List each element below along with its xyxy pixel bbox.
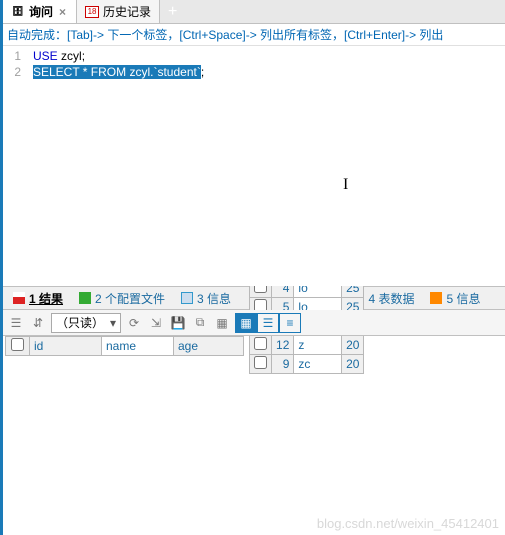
tab-profiles[interactable]: 2 个配置文件 xyxy=(71,287,173,309)
refresh-icon[interactable]: ⟳ xyxy=(125,314,143,332)
delete-icon[interactable]: ▦ xyxy=(213,314,231,332)
tab-info-3[interactable]: 3 信息 xyxy=(173,287,239,309)
tab-query[interactable]: 🗄 询问 × xyxy=(3,0,77,23)
result-tabstrip: 1 结果 2 个配置文件 3 信息 1zhangs212lis243jk244l… xyxy=(3,286,505,310)
info-icon xyxy=(430,292,442,304)
watermark: blog.csdn.net/weixin_45412401 xyxy=(317,516,499,531)
col-name[interactable]: name xyxy=(102,336,174,356)
calendar-icon: 18 xyxy=(85,6,99,18)
readonly-select[interactable]: （只读） ▾ xyxy=(51,313,121,333)
sort-icon[interactable]: ⇵ xyxy=(29,314,47,332)
sql-editor[interactable]: 1 2 USE zcyl; SELECT * FROM zcyl.`studen… xyxy=(3,46,505,286)
tab-result-1[interactable]: 1 结果 xyxy=(5,287,71,309)
view-toggle: ▦ ☰ ≡ xyxy=(235,313,301,333)
filter-icon[interactable]: ☰ xyxy=(7,314,25,332)
info-icon xyxy=(181,292,193,304)
text-cursor-icon: I xyxy=(343,176,348,194)
tab-info-5[interactable]: 5 信息 xyxy=(422,287,488,309)
close-icon[interactable]: × xyxy=(57,5,68,19)
save-icon[interactable]: 💾 xyxy=(169,314,187,332)
export-icon[interactable]: ⇲ xyxy=(147,314,165,332)
tab-history-label: 历史记录 xyxy=(103,3,151,20)
form-view-icon[interactable]: ☰ xyxy=(257,313,279,333)
col-age[interactable]: age xyxy=(174,336,244,356)
chevron-down-icon: ▾ xyxy=(104,316,116,330)
text-view-icon[interactable]: ≡ xyxy=(279,313,301,333)
header-checkbox[interactable] xyxy=(6,336,30,356)
result-grid: id name age xyxy=(5,336,244,356)
result-toolbar: ☰ ⇵ （只读） ▾ ⟳ ⇲ 💾 ⧉ ▦ ▦ ☰ ≡ xyxy=(3,310,505,336)
sql-icon: 🗄 xyxy=(11,5,25,19)
tab-history[interactable]: 18 历史记录 xyxy=(77,0,160,23)
col-id[interactable]: id xyxy=(30,336,102,356)
autocomplete-hint: 自动完成：[Tab]-> 下一个标签，[Ctrl+Space]-> 列出所有标签… xyxy=(3,24,505,46)
code-area[interactable]: USE zcyl; SELECT * FROM zcyl.`student`; xyxy=(25,46,505,286)
line-gutter: 1 2 xyxy=(3,46,25,286)
editor-tabs: 🗄 询问 × 18 历史记录 + xyxy=(3,0,505,24)
add-tab-button[interactable]: + xyxy=(160,3,185,21)
result-icon xyxy=(13,292,25,304)
copy-icon[interactable]: ⧉ xyxy=(191,314,209,332)
grid-view-icon[interactable]: ▦ xyxy=(235,313,257,333)
tab-tabledata[interactable]: 1zhangs212lis243jk244lo255lo256JK2212z20… xyxy=(239,287,422,309)
readonly-label: （只读） xyxy=(56,314,104,331)
profile-icon xyxy=(79,292,91,304)
tab-query-label: 询问 xyxy=(29,3,53,20)
